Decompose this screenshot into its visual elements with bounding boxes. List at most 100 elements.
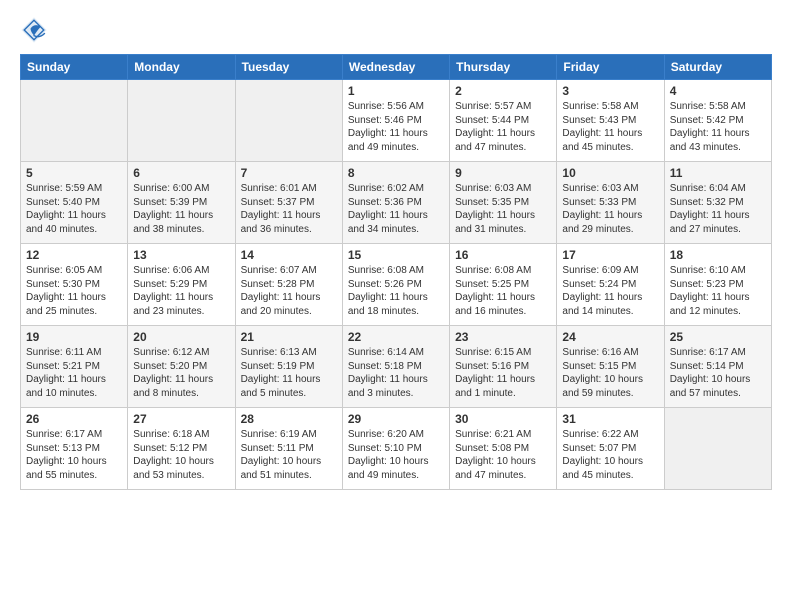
day-number: 1 (348, 84, 444, 98)
day-info: Sunrise: 6:04 AM Sunset: 5:32 PM Dayligh… (670, 182, 766, 236)
calendar-cell: 30 Sunrise: 6:21 AM Sunset: 5:08 PM Dayli… (450, 408, 557, 490)
day-number: 18 (670, 248, 766, 262)
day-info: Sunrise: 6:21 AM Sunset: 5:08 PM Dayligh… (455, 428, 551, 482)
day-info: Sunrise: 6:16 AM Sunset: 5:15 PM Dayligh… (562, 346, 658, 400)
calendar-cell (21, 80, 128, 162)
calendar-cell: 20 Sunrise: 6:12 AM Sunset: 5:20 PM Dayli… (128, 326, 235, 408)
day-info: Sunrise: 6:10 AM Sunset: 5:23 PM Dayligh… (670, 264, 766, 318)
calendar-cell: 18 Sunrise: 6:10 AM Sunset: 5:23 PM Dayli… (664, 244, 771, 326)
day-number: 10 (562, 166, 658, 180)
day-info: Sunrise: 5:56 AM Sunset: 5:46 PM Dayligh… (348, 100, 444, 154)
day-info: Sunrise: 5:57 AM Sunset: 5:44 PM Dayligh… (455, 100, 551, 154)
weekday-header-tuesday: Tuesday (235, 55, 342, 80)
day-number: 4 (670, 84, 766, 98)
calendar-week-row: 19Sunrise: 6:11 AM Sunset: 5:21 PM Dayli… (21, 326, 772, 408)
calendar-cell (235, 80, 342, 162)
calendar-cell: 1 Sunrise: 5:56 AM Sunset: 5:46 PM Daylig… (342, 80, 449, 162)
calendar-cell: 13Sunrise: 6:06 AM Sunset: 5:29 PM Dayli… (128, 244, 235, 326)
calendar-cell: 15 Sunrise: 6:08 AM Sunset: 5:26 PM Dayli… (342, 244, 449, 326)
day-info: Sunrise: 6:02 AM Sunset: 5:36 PM Dayligh… (348, 182, 444, 236)
calendar-week-row: 12 Sunrise: 6:05 AM Sunset: 5:30 PM Dayli… (21, 244, 772, 326)
day-number: 26 (26, 412, 122, 426)
day-info: Sunrise: 6:12 AM Sunset: 5:20 PM Dayligh… (133, 346, 229, 400)
calendar-week-row: 26 Sunrise: 6:17 AM Sunset: 5:13 PM Dayli… (21, 408, 772, 490)
calendar-table: SundayMondayTuesdayWednesdayThursdayFrid… (20, 54, 772, 490)
calendar-cell: 29 Sunrise: 6:20 AM Sunset: 5:10 PM Dayli… (342, 408, 449, 490)
weekday-header-row: SundayMondayTuesdayWednesdayThursdayFrid… (21, 55, 772, 80)
calendar-week-row: 5 Sunrise: 5:59 AM Sunset: 5:40 PM Daylig… (21, 162, 772, 244)
day-number: 24 (562, 330, 658, 344)
day-info: Sunrise: 6:05 AM Sunset: 5:30 PM Dayligh… (26, 264, 122, 318)
weekday-header-friday: Friday (557, 55, 664, 80)
calendar-cell: 7Sunrise: 6:01 AM Sunset: 5:37 PM Daylig… (235, 162, 342, 244)
logo (20, 16, 52, 44)
day-number: 5 (26, 166, 122, 180)
day-info: Sunrise: 6:06 AM Sunset: 5:29 PM Dayligh… (133, 264, 229, 318)
day-info: Sunrise: 6:08 AM Sunset: 5:26 PM Dayligh… (348, 264, 444, 318)
calendar-cell: 22Sunrise: 6:14 AM Sunset: 5:18 PM Dayli… (342, 326, 449, 408)
weekday-header-wednesday: Wednesday (342, 55, 449, 80)
day-number: 2 (455, 84, 551, 98)
calendar-cell: 24 Sunrise: 6:16 AM Sunset: 5:15 PM Dayli… (557, 326, 664, 408)
calendar-cell: 9Sunrise: 6:03 AM Sunset: 5:35 PM Daylig… (450, 162, 557, 244)
calendar-cell: 17 Sunrise: 6:09 AM Sunset: 5:24 PM Dayli… (557, 244, 664, 326)
calendar-cell: 11 Sunrise: 6:04 AM Sunset: 5:32 PM Dayli… (664, 162, 771, 244)
page-container: SundayMondayTuesdayWednesdayThursdayFrid… (0, 0, 792, 612)
day-number: 27 (133, 412, 229, 426)
weekday-header-thursday: Thursday (450, 55, 557, 80)
calendar-cell (664, 408, 771, 490)
day-number: 11 (670, 166, 766, 180)
weekday-header-sunday: Sunday (21, 55, 128, 80)
day-info: Sunrise: 6:08 AM Sunset: 5:25 PM Dayligh… (455, 264, 551, 318)
day-number: 20 (133, 330, 229, 344)
day-number: 30 (455, 412, 551, 426)
calendar-cell: 4 Sunrise: 5:58 AM Sunset: 5:42 PM Daylig… (664, 80, 771, 162)
day-number: 15 (348, 248, 444, 262)
calendar-cell: 23 Sunrise: 6:15 AM Sunset: 5:16 PM Dayli… (450, 326, 557, 408)
day-info: Sunrise: 6:00 AM Sunset: 5:39 PM Dayligh… (133, 182, 229, 236)
calendar-cell: 21 Sunrise: 6:13 AM Sunset: 5:19 PM Dayli… (235, 326, 342, 408)
calendar-cell: 5 Sunrise: 5:59 AM Sunset: 5:40 PM Daylig… (21, 162, 128, 244)
day-number: 31 (562, 412, 658, 426)
calendar-cell: 10 Sunrise: 6:03 AM Sunset: 5:33 PM Dayli… (557, 162, 664, 244)
day-number: 14 (241, 248, 337, 262)
day-info: Sunrise: 6:17 AM Sunset: 5:14 PM Dayligh… (670, 346, 766, 400)
day-info: Sunrise: 6:13 AM Sunset: 5:19 PM Dayligh… (241, 346, 337, 400)
calendar-cell: 12 Sunrise: 6:05 AM Sunset: 5:30 PM Dayli… (21, 244, 128, 326)
calendar-cell (128, 80, 235, 162)
day-number: 6 (133, 166, 229, 180)
day-info: Sunrise: 6:11 AM Sunset: 5:21 PM Dayligh… (26, 346, 122, 400)
day-info: Sunrise: 6:09 AM Sunset: 5:24 PM Dayligh… (562, 264, 658, 318)
day-info: Sunrise: 6:14 AM Sunset: 5:18 PM Dayligh… (348, 346, 444, 400)
day-number: 16 (455, 248, 551, 262)
day-info: Sunrise: 6:15 AM Sunset: 5:16 PM Dayligh… (455, 346, 551, 400)
day-info: Sunrise: 6:18 AM Sunset: 5:12 PM Dayligh… (133, 428, 229, 482)
day-info: Sunrise: 6:20 AM Sunset: 5:10 PM Dayligh… (348, 428, 444, 482)
calendar-cell: 3Sunrise: 5:58 AM Sunset: 5:43 PM Daylig… (557, 80, 664, 162)
day-info: Sunrise: 6:03 AM Sunset: 5:33 PM Dayligh… (562, 182, 658, 236)
calendar-cell: 8Sunrise: 6:02 AM Sunset: 5:36 PM Daylig… (342, 162, 449, 244)
day-number: 17 (562, 248, 658, 262)
calendar-cell: 16 Sunrise: 6:08 AM Sunset: 5:25 PM Dayli… (450, 244, 557, 326)
weekday-header-saturday: Saturday (664, 55, 771, 80)
day-number: 29 (348, 412, 444, 426)
day-number: 25 (670, 330, 766, 344)
day-number: 28 (241, 412, 337, 426)
day-info: Sunrise: 5:58 AM Sunset: 5:42 PM Dayligh… (670, 100, 766, 154)
day-info: Sunrise: 6:17 AM Sunset: 5:13 PM Dayligh… (26, 428, 122, 482)
day-info: Sunrise: 5:59 AM Sunset: 5:40 PM Dayligh… (26, 182, 122, 236)
logo-icon (20, 16, 48, 44)
day-info: Sunrise: 6:01 AM Sunset: 5:37 PM Dayligh… (241, 182, 337, 236)
day-number: 21 (241, 330, 337, 344)
day-info: Sunrise: 5:58 AM Sunset: 5:43 PM Dayligh… (562, 100, 658, 154)
day-info: Sunrise: 6:03 AM Sunset: 5:35 PM Dayligh… (455, 182, 551, 236)
calendar-week-row: 1 Sunrise: 5:56 AM Sunset: 5:46 PM Daylig… (21, 80, 772, 162)
day-number: 23 (455, 330, 551, 344)
calendar-cell: 2 Sunrise: 5:57 AM Sunset: 5:44 PM Daylig… (450, 80, 557, 162)
calendar-cell: 25 Sunrise: 6:17 AM Sunset: 5:14 PM Dayli… (664, 326, 771, 408)
page-header (20, 16, 772, 44)
day-info: Sunrise: 6:22 AM Sunset: 5:07 PM Dayligh… (562, 428, 658, 482)
weekday-header-monday: Monday (128, 55, 235, 80)
day-number: 12 (26, 248, 122, 262)
calendar-cell: 14Sunrise: 6:07 AM Sunset: 5:28 PM Dayli… (235, 244, 342, 326)
